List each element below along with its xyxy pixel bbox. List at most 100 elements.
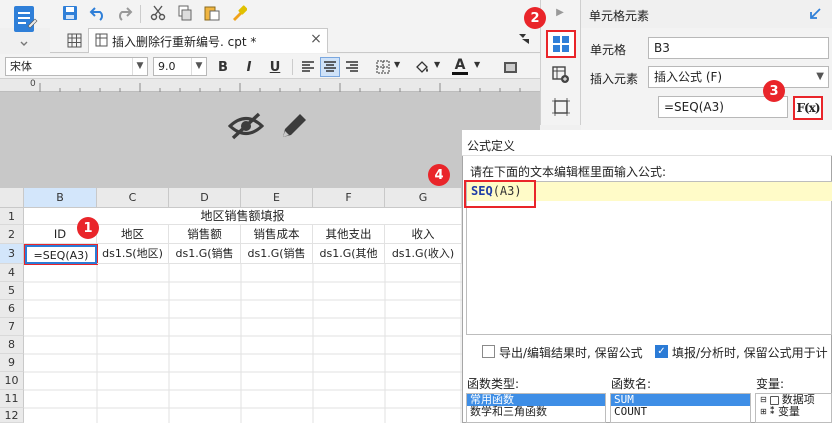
row-header[interactable]: 10: [0, 372, 24, 390]
toolbar-separator: [292, 59, 293, 75]
fill-keep-formula-checkbox[interactable]: ✓: [655, 345, 668, 358]
header-cell[interactable]: 收入: [385, 225, 462, 244]
row-header[interactable]: 6: [0, 300, 24, 318]
ruler-origin-label: 0: [30, 79, 36, 89]
header-cell[interactable]: 其他支出: [313, 225, 385, 244]
export-keep-formula-label: 导出/编辑结果时, 保留公式: [499, 346, 643, 360]
widget-frame-icon[interactable]: [549, 96, 573, 118]
column-header[interactable]: C: [97, 188, 169, 208]
column-header[interactable]: E: [241, 188, 313, 208]
hide-eye-icon[interactable]: [226, 108, 266, 144]
step-badge-3: 3: [763, 80, 785, 102]
panel-title: 单元格元素: [589, 9, 650, 23]
app-menu-button[interactable]: [8, 2, 40, 50]
undo-icon[interactable]: [88, 3, 108, 23]
grid-view-icon[interactable]: [64, 30, 84, 50]
selected-cell-b3[interactable]: =SEQ(A3): [24, 244, 98, 265]
row-header[interactable]: 5: [0, 282, 24, 300]
redo-icon[interactable]: [114, 3, 134, 23]
align-left-icon[interactable]: [298, 57, 318, 77]
row-header[interactable]: 11: [0, 390, 24, 408]
header-cell[interactable]: 销售额: [169, 225, 241, 244]
tree-expand-icon[interactable]: ⊞: [760, 406, 767, 418]
export-keep-formula-checkbox[interactable]: [482, 345, 495, 358]
save-icon[interactable]: [60, 3, 80, 23]
column-header[interactable]: G: [385, 188, 462, 208]
row-header[interactable]: 3: [0, 244, 24, 264]
database-icon: [769, 395, 779, 405]
variable-label: 变量:: [756, 377, 785, 391]
bold-button[interactable]: B: [213, 57, 233, 77]
italic-button[interactable]: I: [239, 57, 259, 77]
chevron-down-icon[interactable]: ▼: [434, 60, 440, 69]
format-painter-icon[interactable]: [229, 3, 249, 23]
tree-expand-icon[interactable]: ⊟: [760, 394, 767, 406]
wrap-text-icon[interactable]: [500, 57, 520, 77]
border-icon[interactable]: [373, 57, 393, 77]
row-header[interactable]: 2: [0, 225, 24, 244]
row-header[interactable]: 7: [0, 318, 24, 336]
dialog-title-bar[interactable]: [462, 130, 832, 156]
dialog-prompt: 请在下面的文本编辑框里面输入公式:: [470, 165, 667, 179]
row-header[interactable]: 4: [0, 264, 24, 282]
data-cell[interactable]: ds1.G(销售: [169, 244, 241, 264]
function-name-list[interactable]: SUM COUNT: [610, 393, 751, 423]
paste-icon[interactable]: [202, 3, 222, 23]
chevron-down-icon[interactable]: ▼: [394, 60, 400, 69]
font-name-select[interactable]: 宋体 ▼: [5, 57, 148, 76]
expand-arrow-icon[interactable]: [806, 5, 824, 23]
text-color-button[interactable]: A: [450, 56, 470, 76]
grid-corner[interactable]: [0, 188, 24, 208]
function-type-label: 函数类型:: [467, 377, 520, 391]
column-header[interactable]: D: [169, 188, 241, 208]
copy-icon[interactable]: [175, 3, 195, 23]
chevron-down-icon: ▼: [816, 71, 824, 82]
row-header[interactable]: 8: [0, 336, 24, 354]
cut-icon[interactable]: [148, 3, 168, 23]
data-cell[interactable]: ds1.G(其他: [313, 244, 385, 264]
cell-element-icon[interactable]: [546, 30, 576, 58]
variable-tree[interactable]: ⊟ 数据项 ⊞ ⁑ 变量: [755, 393, 832, 423]
spreadsheet-grid[interactable]: B C D E F G 1 2 3 4 5 6 7 8 9 10 11 12 地…: [0, 188, 462, 423]
row-header[interactable]: 12: [0, 408, 24, 423]
header-cell[interactable]: 地区: [97, 225, 169, 244]
document-file-icon: [92, 31, 110, 49]
font-size-select[interactable]: 9.0 ▼: [153, 57, 207, 76]
tab-menu-icon[interactable]: [516, 31, 532, 47]
close-tab-icon[interactable]: ×: [308, 31, 324, 47]
toolbar-separator: [140, 5, 141, 23]
collapse-arrow-icon[interactable]: ▶: [552, 4, 568, 20]
column-header[interactable]: B: [24, 188, 97, 208]
underline-button[interactable]: U: [265, 57, 285, 77]
data-cell[interactable]: ds1.G(销售: [241, 244, 313, 264]
row-header[interactable]: 1: [0, 208, 24, 225]
data-cell[interactable]: ds1.S(地区): [97, 244, 169, 264]
step-badge-2: 2: [524, 7, 546, 29]
chevron-down-icon[interactable]: ▼: [474, 60, 480, 69]
align-right-icon[interactable]: [342, 57, 362, 77]
font-size-value: 9.0: [158, 60, 176, 73]
fill-keep-formula-label: 填报/分析时, 保留公式用于计: [672, 346, 828, 360]
step-badge-4: 4: [428, 164, 450, 186]
row-header[interactable]: 9: [0, 354, 24, 372]
column-header[interactable]: F: [313, 188, 385, 208]
app-document-icon: [14, 6, 38, 46]
formula-editor-button[interactable]: F(x): [793, 96, 823, 120]
horizontal-ruler: 0: [0, 79, 540, 92]
edit-pencil-icon[interactable]: [277, 108, 311, 144]
cell-attribute-icon[interactable]: [549, 64, 573, 86]
function-type-list[interactable]: 常用函数 数学和三角函数: [466, 393, 606, 423]
formula-icon: F(x): [796, 101, 820, 115]
tree-item-variable[interactable]: ⊞ ⁑ 变量: [756, 406, 831, 418]
list-item[interactable]: 数学和三角函数: [467, 406, 605, 418]
insert-element-select[interactable]: 插入公式 (F) ▼: [648, 66, 829, 88]
header-cell[interactable]: 销售成本: [241, 225, 313, 244]
data-cell[interactable]: ds1.G(收入): [385, 244, 462, 264]
fill-color-icon[interactable]: [412, 57, 432, 77]
font-name-value: 宋体: [10, 60, 32, 73]
formula-text[interactable]: SEQ(A3): [464, 180, 536, 208]
cell-name-input[interactable]: B3: [648, 37, 829, 59]
list-item[interactable]: COUNT: [611, 406, 750, 418]
align-center-icon[interactable]: [320, 57, 340, 77]
text-color-swatch: [452, 71, 468, 75]
